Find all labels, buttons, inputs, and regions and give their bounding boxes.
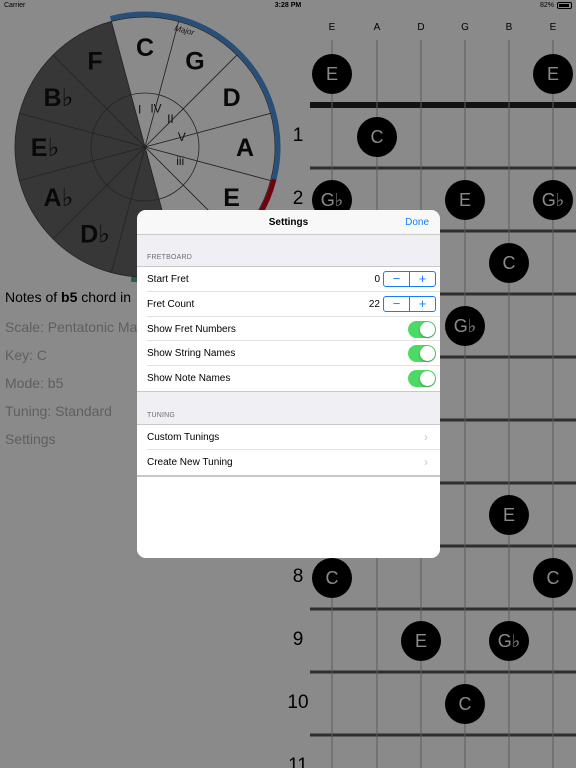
show-fret-numbers-label: Show Fret Numbers [147, 323, 236, 335]
fret-count-decrement-button[interactable]: − [384, 296, 410, 311]
create-new-tuning-row[interactable]: Create New Tuning › [147, 450, 440, 475]
show-string-names-label: Show String Names [147, 348, 236, 360]
show-note-names-toggle[interactable] [408, 370, 436, 388]
start-fret-increment-button[interactable]: + [410, 272, 435, 286]
fret-count-label: Fret Count [147, 298, 195, 310]
show-note-names-row: Show Note Names [147, 366, 440, 391]
fret-count-stepper[interactable]: − + [383, 295, 436, 312]
custom-tunings-label: Custom Tunings [147, 431, 220, 443]
done-button[interactable]: Done [405, 217, 429, 228]
show-note-names-label: Show Note Names [147, 373, 231, 385]
create-new-tuning-label: Create New Tuning [147, 456, 233, 468]
start-fret-label: Start Fret [147, 274, 189, 285]
settings-popover: Settings Done FRETBOARD Start Fret 0 − +… [137, 210, 440, 558]
tuning-section-label: TUNING [147, 411, 176, 419]
tuning-settings-group: Custom Tunings › Create New Tuning › [137, 423, 440, 476]
popover-empty-area [137, 475, 440, 558]
fret-count-row: Fret Count 22 − + [147, 292, 440, 317]
show-string-names-toggle[interactable] [408, 345, 436, 363]
custom-tunings-row[interactable]: Custom Tunings › [147, 425, 440, 450]
show-fret-numbers-row: Show Fret Numbers [147, 317, 440, 342]
start-fret-value: 0 [374, 274, 380, 285]
start-fret-decrement-button[interactable]: − [384, 272, 410, 286]
settings-title: Settings [268, 217, 309, 228]
fret-count-increment-button[interactable]: + [410, 297, 435, 311]
fretboard-section-label: FRETBOARD [147, 254, 192, 261]
fretboard-settings-group: Start Fret 0 − + Fret Count 22 − + Show … [137, 266, 440, 392]
fret-count-value: 22 [368, 298, 380, 310]
start-fret-stepper[interactable]: − + [383, 271, 436, 287]
show-string-names-row: Show String Names [147, 341, 440, 367]
settings-header: Settings Done [137, 210, 440, 235]
show-fret-numbers-toggle[interactable] [408, 320, 436, 338]
chevron-right-icon: › [424, 429, 428, 444]
start-fret-row: Start Fret 0 − + [147, 267, 440, 292]
chevron-right-icon: › [424, 454, 428, 469]
